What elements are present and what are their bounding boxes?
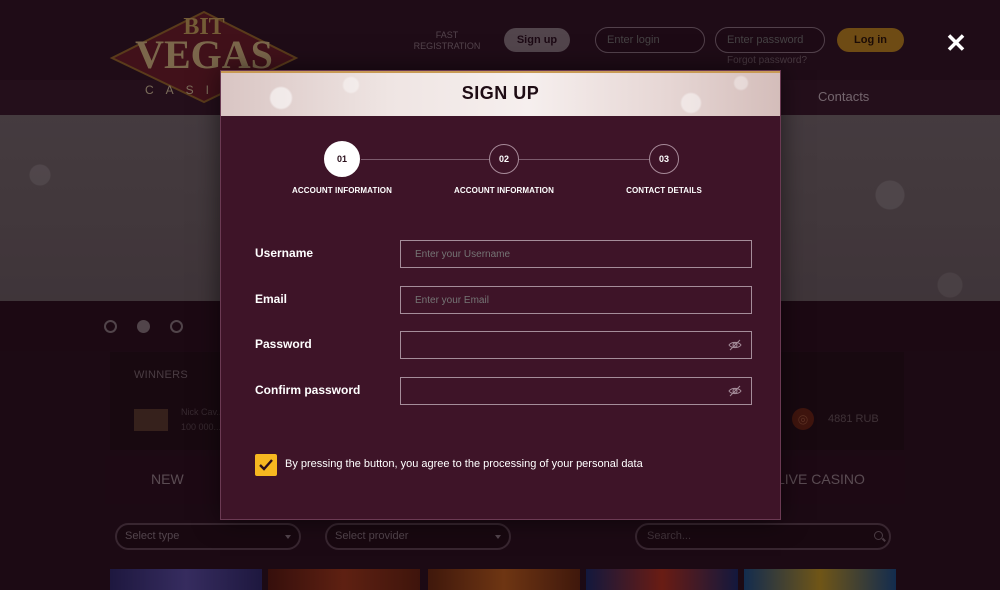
agree-text: By pressing the button, you agree to the… (285, 458, 643, 470)
step-3-label: CONTACT DETAILS (626, 186, 702, 195)
email-input[interactable] (400, 286, 752, 314)
step-2-indicator[interactable]: 02 (489, 144, 519, 174)
modal-title: SIGN UP (461, 83, 540, 103)
step-1-indicator[interactable]: 01 (324, 141, 360, 177)
username-input[interactable] (400, 240, 752, 268)
agree-checkbox[interactable] (255, 454, 277, 476)
password-label: Password (255, 337, 312, 351)
password-field[interactable] (400, 331, 752, 359)
eye-icon[interactable] (728, 339, 742, 351)
step-2-label: ACCOUNT INFORMATION (454, 186, 554, 195)
signup-modal: SIGN UP 01 02 03 ACCOUNT INFORMATION ACC… (220, 70, 781, 520)
step-3-indicator[interactable]: 03 (649, 144, 679, 174)
username-label: Username (255, 246, 314, 260)
check-icon (259, 459, 273, 471)
close-icon[interactable]: ✕ (943, 30, 969, 56)
email-label: Email (255, 292, 288, 306)
step-connector (519, 159, 651, 160)
step-connector (361, 159, 491, 160)
eye-icon[interactable] (728, 385, 742, 397)
confirm-password-label: Confirm password (255, 383, 361, 397)
confirm-password-field[interactable] (400, 377, 752, 405)
step-1-label: ACCOUNT INFORMATION (292, 186, 392, 195)
